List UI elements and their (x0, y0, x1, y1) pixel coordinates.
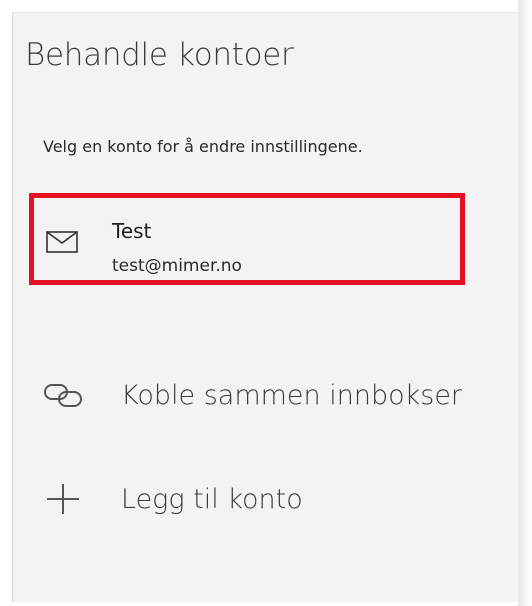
add-account-label: Legg til konto (121, 484, 303, 515)
plus-icon (47, 484, 79, 514)
link-icon (44, 384, 82, 407)
instruction-text: Velg en konto for å endre innstillingene… (43, 137, 363, 156)
add-account-button[interactable]: Legg til konto (41, 473, 511, 525)
manage-accounts-panel: Behandle kontoer Velg en konto for å end… (12, 12, 518, 602)
link-inboxes-label: Koble sammen innbokser (121, 380, 463, 411)
account-item-test[interactable]: Test test@mimer.no (29, 193, 465, 285)
page-title: Behandle kontoer (25, 37, 294, 73)
mail-icon (46, 231, 78, 253)
window-edge-shadow (518, 0, 532, 606)
screenshot-frame: Behandle kontoer Velg en konto for å end… (0, 0, 532, 606)
link-inboxes-button[interactable]: Koble sammen innbokser (41, 369, 511, 421)
account-email: test@mimer.no (112, 256, 242, 276)
account-name: Test (112, 219, 152, 243)
